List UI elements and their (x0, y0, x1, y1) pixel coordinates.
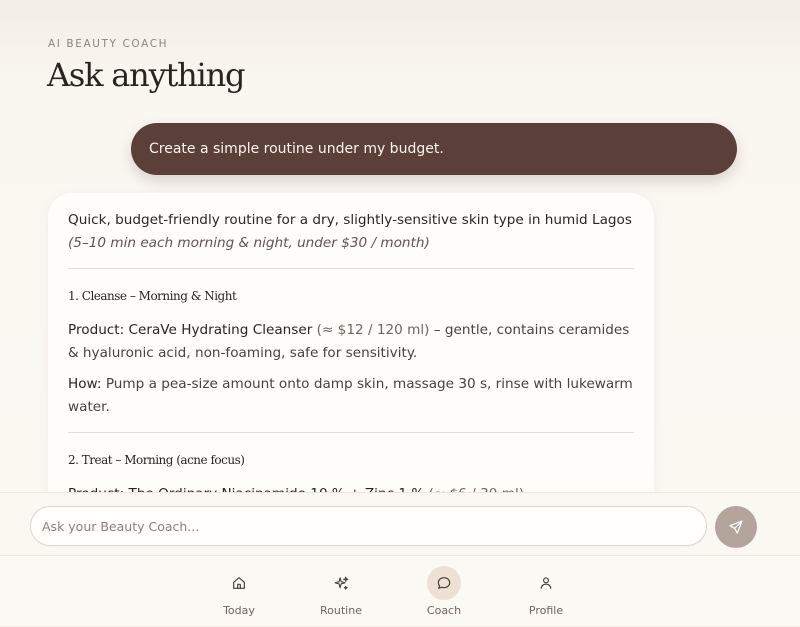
step-how: How: Pump a pea-size amount onto damp sk… (68, 373, 634, 419)
step-product: Product: CeraVe Hydrating Cleanser (≈ $1… (68, 319, 634, 365)
step-title: 1. Cleanse – Morning & Night (68, 289, 237, 303)
send-button[interactable] (715, 506, 757, 548)
header-eyebrow: AI BEAUTY COACH (48, 38, 169, 50)
how-text: Pump a pea-size amount onto damp skin, m… (68, 376, 633, 415)
composer-bar (0, 492, 800, 555)
ai-intro: Quick, budget-friendly routine for a dry… (68, 212, 632, 228)
ai-intro-subtitle: (5–10 min each morning & night, under $3… (68, 235, 430, 251)
page-title: Ask anything (47, 56, 245, 94)
user-message-bubble: Create a simple routine under my budget. (131, 123, 737, 175)
divider (68, 268, 634, 269)
home-icon (231, 575, 247, 591)
sparkles-icon (333, 575, 350, 592)
user-message-text: Create a simple routine under my budget. (149, 141, 444, 157)
how-label: How: (68, 376, 102, 392)
tab-label: Coach (426, 604, 462, 617)
ai-response-card: Quick, budget-friendly routine for a dry… (48, 193, 654, 533)
tab-today[interactable]: Today (194, 556, 284, 627)
product-name: CeraVe Hydrating Cleanser (128, 322, 313, 338)
tab-routine[interactable]: Routine (296, 556, 386, 627)
divider (68, 432, 634, 433)
tab-profile[interactable]: Profile (501, 556, 591, 627)
tab-label: Today (223, 604, 255, 617)
chat-input[interactable] (30, 506, 707, 546)
step-title: 2. Treat – Morning (acne focus) (68, 453, 245, 467)
chat-bubble-icon (436, 575, 452, 591)
tab-label: Routine (320, 604, 362, 617)
tab-coach[interactable]: Coach (399, 556, 489, 627)
product-price: (≈ $12 / 120 ml) (316, 322, 430, 338)
product-label: Product: (68, 322, 125, 338)
send-icon (728, 519, 744, 535)
person-icon (538, 575, 554, 591)
tab-label: Profile (528, 604, 564, 617)
bottom-tab-bar: Today Routine Coach Profile (0, 555, 800, 626)
